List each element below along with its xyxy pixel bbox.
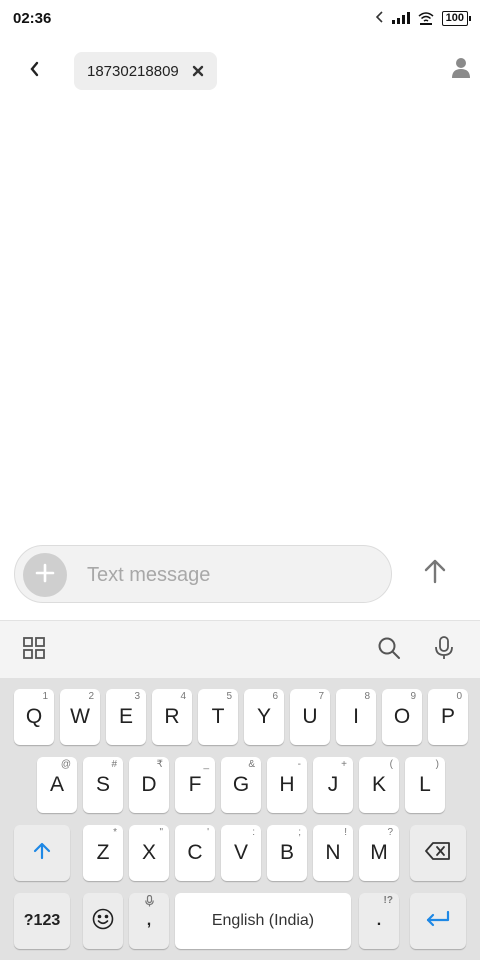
keyboard: 1Q 2W 3E 4R 5T 6Y 7U 8I 9O 0P @ A # S ₹ D _… — [0, 678, 480, 960]
signal-icon — [391, 12, 410, 24]
key-h[interactable]: -H — [267, 757, 307, 813]
key-d[interactable]: ₹ D — [129, 757, 169, 813]
voice-input-button[interactable] — [426, 632, 462, 668]
arrow-up-icon — [424, 558, 446, 589]
recipient-number: 18730218809 — [87, 62, 179, 80]
status-icons: 100 — [375, 10, 472, 26]
key-e[interactable]: 3E — [106, 689, 146, 745]
shift-key[interactable] — [14, 825, 70, 881]
keyboard-toolbar — [0, 620, 480, 678]
key-t[interactable]: 5T — [198, 689, 238, 745]
key-m[interactable]: ? M — [359, 825, 399, 881]
chevron-left-icon — [29, 61, 39, 82]
key-y[interactable]: 6Y — [244, 689, 284, 745]
key-b[interactable]: ; B — [267, 825, 307, 881]
backspace-key[interactable] — [410, 825, 466, 881]
grid-icon — [23, 636, 45, 664]
key-r[interactable]: 4R — [152, 689, 192, 745]
key-l[interactable]: ) L — [405, 757, 445, 813]
key-a[interactable]: @ A — [37, 757, 77, 813]
key-w[interactable]: 2W — [60, 689, 100, 745]
key-z[interactable]: * Z — [83, 825, 123, 881]
close-icon[interactable] — [191, 64, 205, 78]
back-button[interactable] — [18, 54, 50, 88]
enter-key[interactable] — [410, 893, 466, 949]
emoji-key[interactable] — [83, 893, 123, 949]
comma-key[interactable]: , — [129, 893, 169, 949]
key-j[interactable]: + J — [313, 757, 353, 813]
send-button[interactable] — [418, 556, 452, 590]
battery-indicator: 100 — [441, 10, 472, 26]
key-i[interactable]: 8I — [336, 689, 376, 745]
message-input[interactable] — [85, 558, 375, 592]
key-v[interactable]: :V — [221, 825, 261, 881]
key-c[interactable]: ' C — [175, 825, 215, 881]
status-time: 02:36 — [13, 9, 52, 27]
add-attachment-button[interactable] — [23, 553, 67, 597]
key-k[interactable]: (K — [359, 757, 399, 813]
conversation-header: 18730218809 — [0, 50, 480, 92]
smiley-icon — [92, 908, 114, 935]
apps-grid-button[interactable] — [16, 632, 52, 668]
microphone-icon — [434, 635, 454, 665]
mic-hint-icon — [129, 894, 169, 910]
key-f[interactable]: _ F — [175, 757, 215, 813]
status-bar: 02:36 100 — [0, 0, 480, 36]
chevron-left-small-icon — [375, 10, 384, 26]
shift-arrow-icon — [32, 841, 52, 866]
key-x[interactable]: " X — [129, 825, 169, 881]
key-u[interactable]: 7U — [290, 689, 330, 745]
contact-button[interactable] — [448, 56, 474, 84]
space-key[interactable]: English (India) — [175, 893, 351, 949]
key-o[interactable]: 9O — [382, 689, 422, 745]
symbols-key[interactable]: ?123 — [14, 893, 70, 949]
wifi-icon — [418, 11, 434, 25]
recipient-chip[interactable]: 18730218809 — [74, 52, 217, 90]
key-g[interactable]: & G — [221, 757, 261, 813]
key-p[interactable]: 0P — [428, 689, 468, 745]
enter-arrow-icon — [425, 910, 451, 933]
key-n[interactable]: ! N — [313, 825, 353, 881]
key-s[interactable]: # S — [83, 757, 123, 813]
plus-icon — [35, 563, 55, 588]
compose-bar — [14, 545, 392, 603]
keyboard-search-button[interactable] — [371, 632, 407, 668]
search-icon — [377, 636, 401, 665]
period-key[interactable]: !? . — [359, 893, 399, 949]
key-q[interactable]: 1Q — [14, 689, 54, 745]
person-icon — [452, 57, 470, 84]
backspace-icon — [425, 841, 451, 865]
